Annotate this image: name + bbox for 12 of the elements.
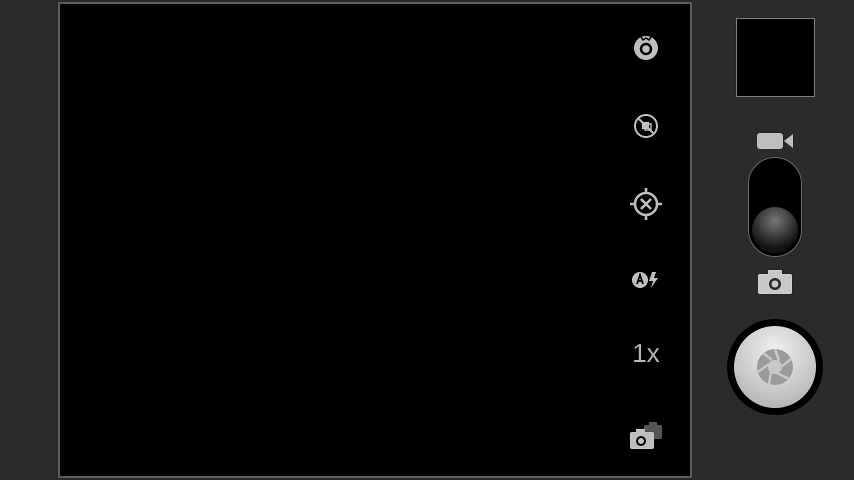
aperture-icon <box>755 347 795 387</box>
shutter-button[interactable] <box>734 326 816 408</box>
focus-off-icon[interactable] <box>629 187 663 221</box>
gallery-thumbnail[interactable] <box>736 18 814 97</box>
switch-thumb[interactable] <box>752 207 798 253</box>
video-camera-icon[interactable] <box>756 131 794 151</box>
settings-icon[interactable] <box>632 34 660 62</box>
overlay-off-icon[interactable] <box>632 112 660 140</box>
zoom-level[interactable]: 1x <box>632 336 660 370</box>
auto-flash-icon[interactable] <box>631 270 661 290</box>
switch-camera-icon[interactable] <box>628 419 664 451</box>
camera-icon[interactable] <box>757 269 793 295</box>
